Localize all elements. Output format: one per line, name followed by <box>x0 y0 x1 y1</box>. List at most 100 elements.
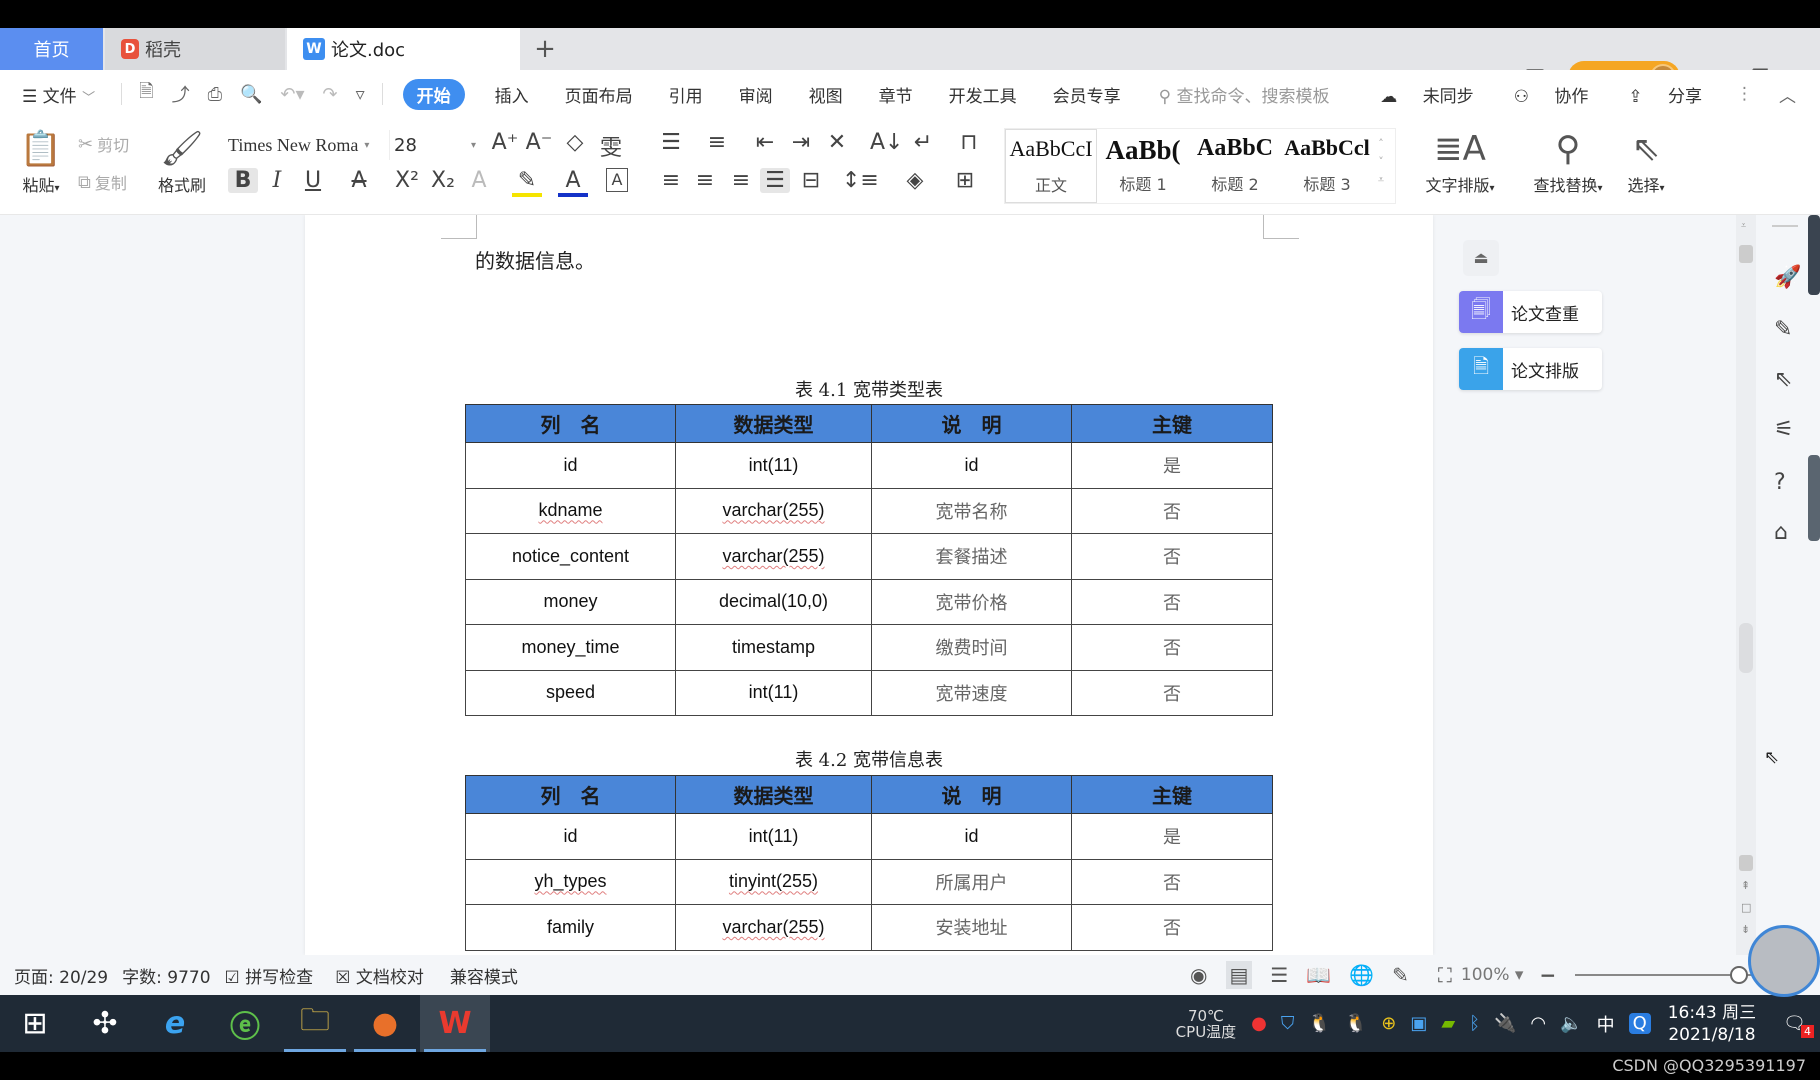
power-icon[interactable]: 🔌 <box>1494 1013 1516 1034</box>
menu-tab-developer[interactable]: 开发工具 <box>949 82 1017 107</box>
align-right-icon[interactable]: ≡ <box>726 168 756 193</box>
tab-document[interactable]: W 论文.doc <box>287 28 520 70</box>
font-color-icon[interactable]: A <box>558 168 588 197</box>
windows-start-icon[interactable]: ⊞ <box>0 995 70 1052</box>
sync-button[interactable]: ☁ 未同步 <box>1360 82 1473 107</box>
word-count[interactable]: 字数: 9770 <box>122 963 210 988</box>
outline-view-icon[interactable]: ☰ <box>1270 963 1288 987</box>
assistant-avatar[interactable] <box>1748 925 1820 997</box>
font-name-select[interactable]: Times New Roma ▾ <box>222 130 390 160</box>
next-page-icon[interactable]: ⇟ <box>1741 923 1750 936</box>
tray-app-icon[interactable]: ● <box>1251 1013 1267 1034</box>
menu-tab-layout[interactable]: 页面布局 <box>565 82 633 107</box>
cursor-icon[interactable]: ⇖ <box>1774 367 1792 392</box>
collab-button[interactable]: ⚇ 协作 <box>1494 82 1589 107</box>
highlight-icon[interactable]: ✎ <box>512 168 542 197</box>
char-border-icon[interactable]: A <box>606 168 628 192</box>
style-heading-1[interactable]: AaBb(标题 1 <box>1097 129 1189 203</box>
align-center-icon[interactable]: ≡ <box>690 168 720 193</box>
eye-protection-icon[interactable]: ◉ <box>1190 963 1207 987</box>
help-icon[interactable]: ? <box>1774 470 1786 495</box>
align-left-icon[interactable]: ≡ <box>656 168 686 193</box>
superscript-icon[interactable]: X² <box>392 168 422 193</box>
nvidia-icon[interactable]: ▰ <box>1441 1013 1455 1034</box>
rocket-icon[interactable]: 🚀 <box>1774 265 1801 290</box>
doc-proof-button[interactable]: ☒ 文档校对 <box>335 963 424 988</box>
menu-tab-start[interactable]: 开始 <box>402 78 465 110</box>
vertical-scrollbar[interactable]: ⩡ ⇞ □ ⇟ <box>1736 215 1756 955</box>
reading-view-icon[interactable]: 📖 <box>1306 963 1331 987</box>
zoom-slider-knob[interactable] <box>1730 966 1749 984</box>
zoom-out-icon[interactable]: − <box>1539 963 1556 987</box>
style-heading-3[interactable]: AaBbCcl 标题 3 <box>1281 129 1373 203</box>
more-icon[interactable]: ⋮ <box>1736 84 1753 104</box>
bluetooth-icon[interactable]: ᛒ <box>1469 1013 1480 1034</box>
strikethrough-icon[interactable]: A <box>344 168 374 193</box>
scroll-down-button[interactable] <box>1739 855 1753 871</box>
menu-tab-chapter[interactable]: 章节 <box>879 82 913 107</box>
print-preview-icon[interactable]: 🔍 <box>240 84 262 105</box>
phonetic-guide-icon[interactable]: 雯 <box>596 130 626 162</box>
borders-icon[interactable]: ⊞ <box>950 168 980 193</box>
file-explorer-icon[interactable]: 🗀 <box>280 995 350 1052</box>
grow-font-icon[interactable]: A⁺ <box>490 130 520 155</box>
italic-icon[interactable]: I <box>262 168 292 193</box>
paper-format-button[interactable]: 🗎 论文排版 <box>1459 348 1602 390</box>
find-replace-button[interactable]: ⚲ 查找替换▾ <box>1526 126 1610 196</box>
settings-sliders-icon[interactable]: ⚟ <box>1774 417 1794 442</box>
store-icon[interactable]: ⌂ <box>1774 520 1788 545</box>
shrink-font-icon[interactable]: A⁻ <box>524 130 554 155</box>
copy-button[interactable]: ⧉ 复制 <box>78 170 127 194</box>
line-spacing-icon[interactable]: ↕≡ <box>842 168 879 193</box>
increase-indent-icon[interactable]: ⇥ <box>786 130 816 155</box>
font-size-select[interactable]: 28 ▾ <box>390 130 482 160</box>
distribute-icon[interactable]: ⊟ <box>796 168 826 193</box>
command-search-input[interactable]: ⚲ 查找命令、搜索模板 <box>1159 82 1330 107</box>
clear-format-icon[interactable]: ◇ <box>560 130 590 155</box>
ie-browser-icon[interactable]: e <box>140 995 210 1052</box>
share-button[interactable]: ⇪ 分享 <box>1608 82 1702 107</box>
tray-app-icon[interactable]: ▣ <box>1410 1013 1427 1034</box>
shading-icon[interactable]: ◈ <box>900 168 930 193</box>
split-handle-icon[interactable]: ⩡ <box>1741 221 1746 231</box>
tab-home[interactable]: 首页 <box>0 28 103 70</box>
menu-tab-review[interactable]: 审阅 <box>739 82 773 107</box>
output-pdf-icon[interactable]: ⤴ <box>172 81 190 107</box>
table-tools-icon[interactable]: ⊓ <box>954 130 984 155</box>
page-indicator[interactable]: 页面: 20/29 <box>14 963 108 988</box>
menu-tab-member[interactable]: 会员专享 <box>1053 82 1121 107</box>
tab-docer[interactable]: D 稻壳 <box>105 28 285 70</box>
scroll-up-button[interactable] <box>1739 245 1753 263</box>
select-button[interactable]: ⇖ 选择▾ <box>1618 126 1674 196</box>
show-marks-icon[interactable]: ↵ <box>908 130 938 155</box>
menu-tab-references[interactable]: 引用 <box>669 82 703 107</box>
page-view-icon[interactable]: ▤ <box>1225 961 1253 989</box>
format-painter-button[interactable]: 🖌 格式刷 <box>152 126 212 196</box>
360-browser-icon[interactable]: ⓔ <box>210 995 280 1052</box>
underline-icon[interactable]: U <box>298 168 328 193</box>
menu-tab-view[interactable]: 视图 <box>809 82 843 107</box>
zoom-level[interactable]: 100% ▾ <box>1461 965 1524 985</box>
ime-indicator[interactable]: 中 <box>1597 1011 1615 1037</box>
customize-icon[interactable]: ▿ <box>356 84 365 105</box>
paper-check-button[interactable]: 🗐 论文查重 <box>1459 291 1602 333</box>
bold-icon[interactable]: B <box>228 168 258 193</box>
wps-office-icon[interactable]: W <box>420 995 490 1052</box>
notification-icon[interactable]: 🗨 4 <box>1783 1013 1814 1038</box>
print-icon[interactable]: ⎙ <box>208 84 222 105</box>
spell-check-toggle[interactable]: ☑ 拼写检查 <box>225 963 314 988</box>
bullet-list-icon[interactable]: ☰ <box>656 130 686 155</box>
wifi-icon[interactable]: ◠ <box>1530 1013 1546 1034</box>
document-page[interactable]: 的数据信息。 表 4.1 宽带类型表 列 名 数据类型 说 明 主键 id int… <box>305 215 1433 955</box>
numbered-list-icon[interactable]: ≡ <box>702 130 732 155</box>
justify-icon[interactable]: ☰ <box>760 168 790 193</box>
search-app-icon[interactable]: Q <box>1628 1013 1651 1034</box>
zoom-slider[interactable] <box>1575 966 1766 984</box>
cut-button[interactable]: ✂ 剪切 <box>78 132 129 156</box>
sort-icon[interactable]: A↓ <box>870 130 903 155</box>
qq-icon[interactable]: 🐧 <box>1308 1013 1330 1034</box>
menu-tab-insert[interactable]: 插入 <box>495 82 529 107</box>
style-normal[interactable]: AaBbCcI 正文 <box>1005 129 1097 203</box>
write-mode-icon[interactable]: ✎ <box>1392 963 1409 987</box>
pen-icon[interactable]: ✎ <box>1774 317 1792 342</box>
